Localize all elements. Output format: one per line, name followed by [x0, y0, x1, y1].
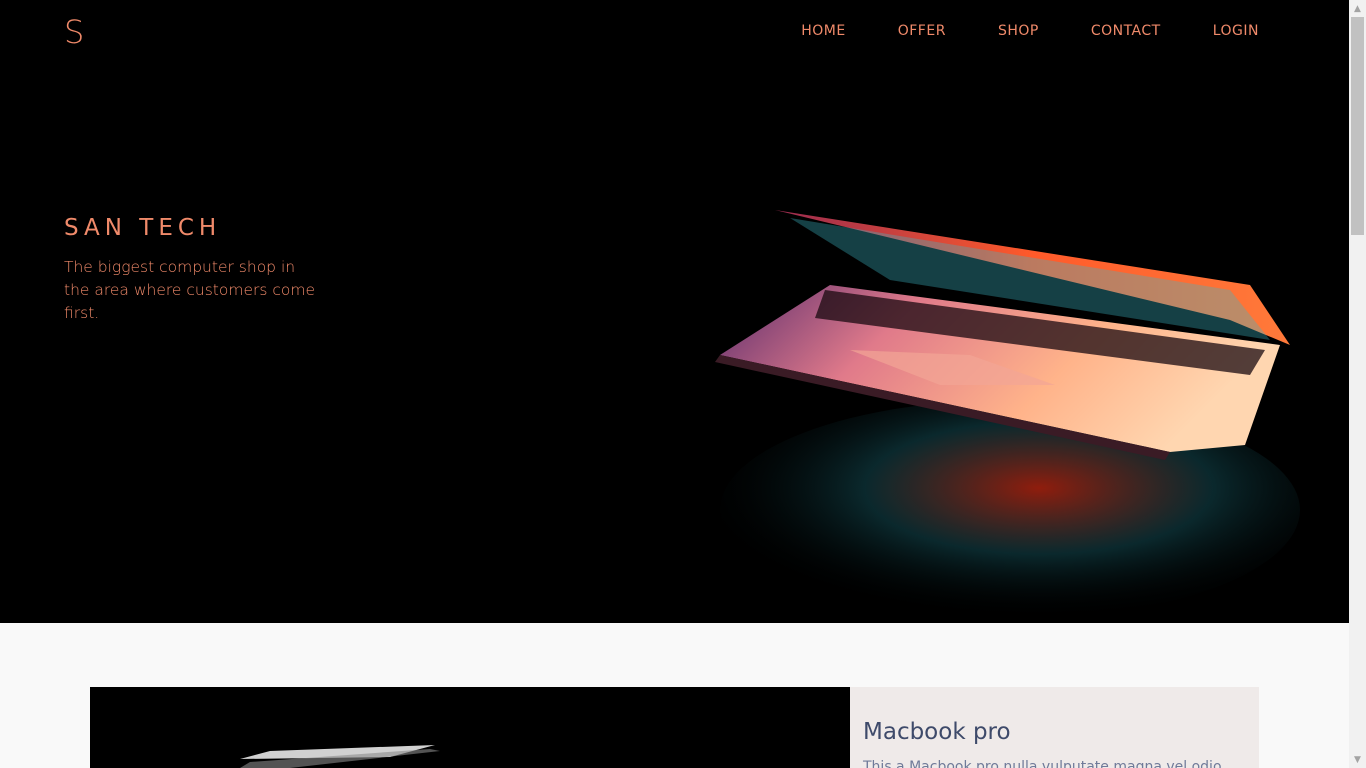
hero-title: SAN TECH	[64, 215, 222, 241]
scroll-thumb[interactable]	[1351, 17, 1364, 235]
nav-login[interactable]: LOGIN	[1213, 21, 1259, 41]
scroll-up-arrow-icon[interactable]: ▲	[1349, 0, 1366, 17]
page-scrollbar[interactable]: ▲ ▼	[1349, 0, 1366, 768]
hero-section: S HOME OFFER SHOP CONTACT LOGIN SAN TECH…	[0, 0, 1349, 623]
product-title: Macbook pro	[863, 719, 1011, 745]
nav-offer[interactable]: OFFER	[898, 21, 946, 41]
page: S HOME OFFER SHOP CONTACT LOGIN SAN TECH…	[0, 0, 1366, 768]
main-nav: HOME OFFER SHOP CONTACT LOGIN	[749, 21, 1259, 41]
product-photo	[240, 745, 440, 768]
nav-home[interactable]: HOME	[801, 21, 845, 41]
laptop-image	[715, 210, 1300, 620]
logo[interactable]: S	[64, 12, 84, 52]
hero-subtitle: The biggest computer shop in the area wh…	[64, 258, 316, 322]
nav-contact[interactable]: CONTACT	[1091, 21, 1161, 41]
product-description: This a Macbook pro nulla vulputate magna…	[863, 759, 1222, 768]
product-image	[90, 687, 850, 768]
product-card: Macbook pro This a Macbook pro nulla vul…	[850, 687, 1259, 768]
nav-shop[interactable]: SHOP	[998, 21, 1039, 41]
scroll-down-arrow-icon[interactable]: ▼	[1349, 751, 1366, 768]
